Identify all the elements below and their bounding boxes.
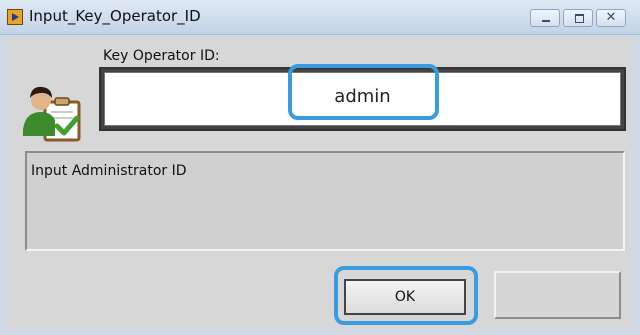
ok-button[interactable]: OK: [344, 279, 466, 315]
window-title: Input_Key_Operator_ID: [29, 7, 201, 25]
window-controls: ✕: [530, 9, 626, 27]
input-highlight-annotation: [288, 64, 439, 120]
message-text: Input Administrator ID: [31, 163, 187, 179]
key-operator-id-label: Key Operator ID:: [103, 48, 220, 64]
blank-button[interactable]: [494, 271, 621, 319]
dialog-body: Key Operator ID: admin Input Administrat…: [7, 37, 633, 329]
title-bar[interactable]: Input_Key_Operator_ID ✕: [0, 0, 640, 35]
maximize-button[interactable]: [563, 9, 593, 27]
user-clipboard-check-icon: [23, 86, 81, 142]
app-icon: [7, 9, 23, 25]
message-panel: Input Administrator ID: [25, 151, 625, 251]
minimize-button[interactable]: [530, 9, 560, 27]
dialog-window: Input_Key_Operator_ID ✕ Key Operator ID:…: [0, 0, 640, 335]
close-button[interactable]: ✕: [596, 9, 626, 27]
